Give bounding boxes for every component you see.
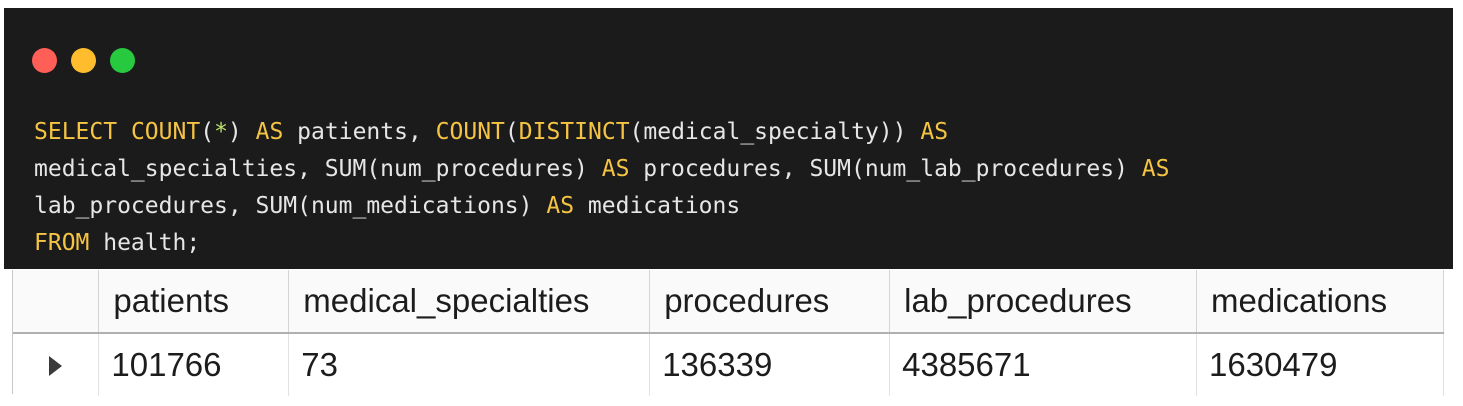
table-cell[interactable]: 101766 — [98, 333, 290, 396]
table-cell[interactable]: 4385671 — [889, 333, 1198, 396]
maximize-button[interactable] — [110, 48, 135, 73]
close-button[interactable] — [32, 48, 57, 73]
code-token: ( — [504, 119, 519, 145]
row-selector[interactable] — [13, 333, 100, 396]
keyword-as: AS — [1141, 156, 1170, 182]
column-header[interactable]: medications — [1196, 270, 1444, 334]
window-controls — [32, 48, 135, 73]
code-token: lab_procedures, SUM(num_medications) — [34, 193, 547, 219]
minimize-button[interactable] — [71, 48, 96, 73]
keyword-select: SELECT — [34, 119, 118, 145]
keyword-as: AS — [920, 119, 949, 145]
row-selector-header[interactable] — [13, 270, 100, 334]
code-token: procedures, SUM(num_lab_procedures) — [629, 156, 1142, 182]
column-header[interactable]: patients — [98, 270, 290, 334]
code-token: medical_specialties, SUM(num_procedures) — [34, 156, 602, 182]
table-row[interactable]: 101766 73 136339 4385671 1630479 — [13, 333, 1444, 396]
result-grid: patients medical_specialties procedures … — [12, 270, 1444, 396]
function-count: COUNT — [435, 119, 505, 145]
current-row-arrow-icon — [49, 356, 63, 376]
star-operator: * — [214, 119, 228, 145]
code-token: medications — [574, 193, 741, 219]
result-table: patients medical_specialties procedures … — [13, 270, 1444, 396]
sql-query-text[interactable]: SELECT COUNT(*) AS patients, COUNT(DISTI… — [34, 114, 1170, 262]
keyword-as: AS — [601, 156, 630, 182]
sql-editor-window: SELECT COUNT(*) AS patients, COUNT(DISTI… — [4, 8, 1453, 269]
table-cell[interactable]: 136339 — [649, 333, 891, 396]
keyword-as: AS — [546, 193, 575, 219]
column-header[interactable]: medical_specialties — [288, 270, 651, 334]
keyword-from: FROM — [34, 230, 90, 256]
code-token: patients, — [283, 119, 436, 145]
code-token: ( — [200, 119, 215, 145]
code-token: (medical_specialty)) — [629, 119, 921, 145]
function-count: COUNT — [130, 119, 201, 145]
table-cell[interactable]: 73 — [288, 333, 651, 396]
keyword-as: AS — [255, 119, 284, 145]
column-header[interactable]: lab_procedures — [889, 270, 1198, 334]
header-row: patients medical_specialties procedures … — [13, 270, 1444, 334]
code-token: ) — [227, 119, 256, 145]
keyword-distinct: DISTINCT — [518, 119, 630, 145]
code-token: health; — [89, 230, 201, 256]
column-header[interactable]: procedures — [649, 270, 891, 334]
table-cell[interactable]: 1630479 — [1196, 333, 1444, 396]
